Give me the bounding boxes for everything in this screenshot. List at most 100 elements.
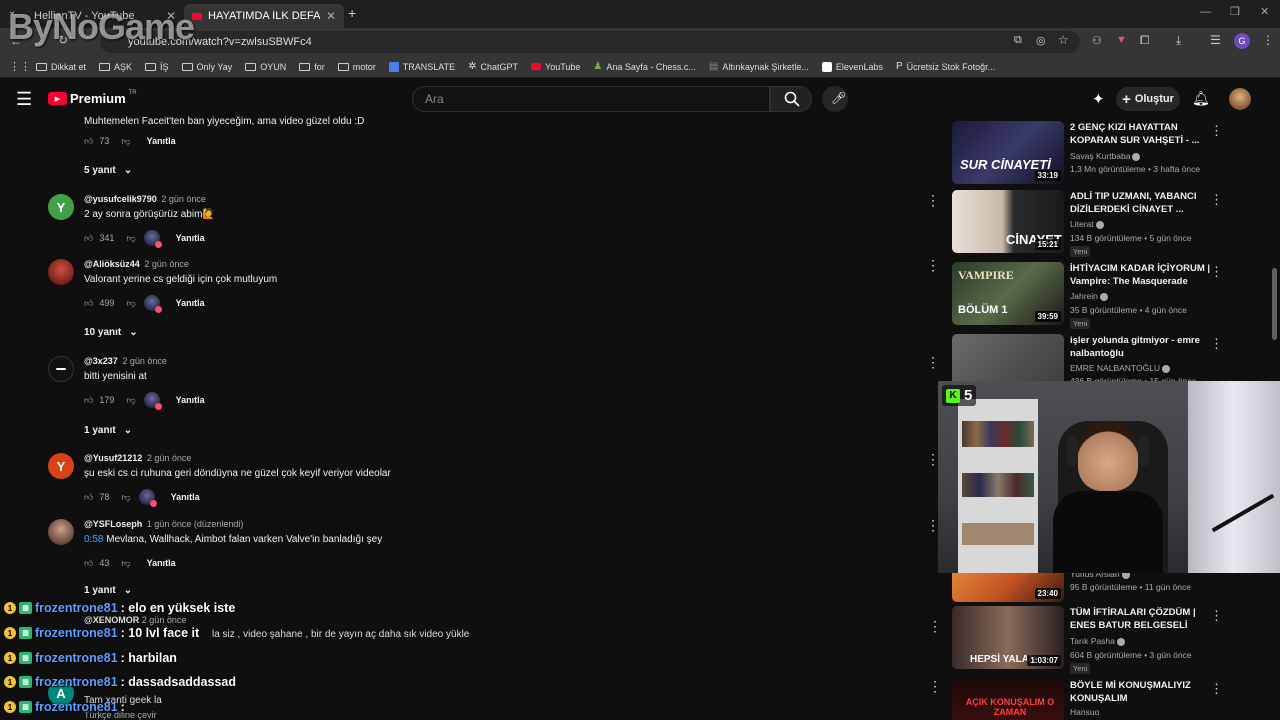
search-input[interactable]: Ara [412,86,770,112]
video-menu-icon[interactable]: ⋮ [1210,192,1223,208]
extension-icon[interactable]: ⚇ [1092,34,1102,47]
notifications-bell-icon[interactable]: 🔔︎ [1192,90,1210,107]
dislike-icon[interactable]: 👎︎ [121,492,130,503]
video-menu-icon[interactable]: ⋮ [1210,123,1223,139]
bookmark-chess[interactable]: ♟ Ana Sayfa - Chess.c... [593,61,696,72]
dislike-icon[interactable]: 👎︎ [121,558,130,569]
reply-button[interactable]: Yanıtla [176,233,205,243]
like-icon[interactable]: 👍︎ [84,298,93,309]
avatar[interactable] [48,356,74,382]
extension-2-icon[interactable]: ▼ [1116,34,1127,46]
comment-author[interactable]: @yusufcelik9790 2 gün önce [84,194,206,204]
dislike-icon[interactable]: 👎︎ [126,298,135,309]
bookmark-translate[interactable]: TRANSLATE [388,61,455,72]
bookmark-altinkaynak[interactable]: ▤ Altınkaynak Şirketle... [709,61,809,72]
comment-menu-icon[interactable]: ⋮ [926,355,940,369]
view-replies-button[interactable]: 10 yanıt ⌄ [84,327,138,338]
download-icon[interactable]: ⤓ [1176,33,1181,48]
close-icon[interactable]: ✕ [326,9,336,23]
reply-button[interactable]: Yanıtla [147,136,176,146]
video-thumbnail[interactable]: CİNAYET 15:21 [952,190,1064,253]
bookmark-ask[interactable]: AŞK [99,62,132,72]
tab-current-video[interactable]: HAYATIMDA İLK DEFA HİLE KUL ✕ [184,4,344,28]
extensions-puzzle-icon[interactable]: ⧠ [1140,33,1150,48]
close-window-icon[interactable]: ✕ [1260,5,1269,18]
recommended-video[interactable]: SUR CİNAYETİ 33:19 2 GENÇ KIZI HAYATTAN … [952,121,1272,185]
video-thumbnail[interactable]: VAMPIRE BÖLÜM 1 39:59 [952,262,1064,325]
bookmark-elevenlabs[interactable]: ElevenLabs [821,61,883,72]
like-icon[interactable]: 👍︎ [84,395,93,406]
bookmark-only-yay[interactable]: Only Yay [181,62,232,72]
new-tab-icon[interactable]: + [348,5,356,21]
video-title[interactable]: 2 GENÇ KIZI HAYATTAN KOPARAN SUR VAHŞETİ… [1070,121,1212,147]
recommended-video[interactable]: VAMPIRE BÖLÜM 1 39:59 İHTİYACIM KADAR İÇ… [952,262,1272,329]
comment-menu-icon[interactable]: ⋮ [928,618,942,635]
comment-author[interactable]: @3x237 2 gün önce [84,356,167,366]
voice-search-button[interactable]: 🎤︎ [822,86,848,112]
channel-name[interactable]: Jahrein [1070,291,1108,301]
hamburger-menu-icon[interactable]: ☰ [16,89,32,110]
recommended-video[interactable]: AÇIK KONUŞALIM O ZAMAN BÖYLE Mİ KONUŞMAL… [952,679,1272,720]
reply-button[interactable]: Yanıtla [176,395,205,405]
install-app-icon[interactable]: ⧉ [1014,34,1022,47]
dislike-icon[interactable]: 👎︎ [126,395,135,406]
bookmark-stock-photo[interactable]: P Ücretsiz Stok Fotoğr... [896,61,995,72]
search-button[interactable] [770,86,812,112]
video-title[interactable]: BÖYLE Mİ KONUŞMALIYIZ KONUŞALIM [1070,679,1212,705]
minimize-icon[interactable]: — [1200,6,1211,18]
apps-grid-icon[interactable]: ⋮⋮ [9,60,31,73]
video-title[interactable]: TÜM İFTİRALARI ÇÖZDÜM | ENES BATUR BELGE… [1070,606,1212,632]
maximize-icon[interactable]: ❐ [1230,5,1240,18]
video-menu-icon[interactable]: ⋮ [1210,336,1223,352]
channel-name[interactable]: Tarık Pasha [1070,636,1125,646]
avatar[interactable] [48,259,74,285]
view-replies-button[interactable]: 1 yanıt ⌄ [84,585,132,596]
video-title[interactable]: ADLİ TIP UZMANI, YABANCI DİZİLERDEKİ CİN… [1070,190,1212,216]
like-icon[interactable]: 👍︎ [84,136,93,147]
video-thumbnail[interactable]: HEPSİ YALAN 1:03:07 [952,606,1064,669]
avatar[interactable]: Y [48,453,74,479]
bookmark-youtube[interactable]: YouTube [531,62,580,72]
bookmark-oyun[interactable]: OYUN [245,62,286,72]
recommended-video[interactable]: CİNAYET 15:21 ADLİ TIP UZMANI, YABANCI D… [952,190,1272,257]
create-button[interactable]: + Oluştur [1116,87,1180,111]
reply-button[interactable]: Yanıtla [171,492,200,502]
bookmark-star-icon[interactable]: ☆ [1058,33,1069,47]
comment-menu-icon[interactable]: ⋮ [928,678,942,695]
bookmark-chatgpt[interactable]: ✲ ChatGPT [468,61,518,72]
recommended-video[interactable]: HEPSİ YALAN 1:03:07 TÜM İFTİRALARI ÇÖZDÜ… [952,606,1272,674]
bookmark-for[interactable]: for [299,62,325,72]
video-menu-icon[interactable]: ⋮ [1210,264,1223,280]
url-field[interactable]: youtube.com/watch?v=zwlsuSBWFc4 [100,31,1080,53]
reply-button[interactable]: Yanıtla [176,298,205,308]
view-replies-button[interactable]: 5 yanıt ⌄ [84,165,132,176]
sparkle-icon[interactable]: ✦ [1092,90,1105,108]
comment-menu-icon[interactable]: ⋮ [926,258,940,272]
video-title[interactable]: işler yolunda gitmiyor - emre nalbantoğl… [1070,334,1212,360]
channel-name[interactable]: Hansuo [1070,707,1099,717]
profile-avatar[interactable]: G [1234,33,1250,49]
comment-author[interactable]: @Aliöksüz44 2 gün önce [84,259,189,269]
like-icon[interactable]: 👍︎ [84,492,93,503]
channel-name[interactable]: Savaş Kurtbaba [1070,151,1141,161]
video-thumbnail[interactable]: AÇIK KONUŞALIM O ZAMAN [952,679,1064,720]
video-menu-icon[interactable]: ⋮ [1210,681,1223,697]
like-icon[interactable]: 👍︎ [84,233,93,244]
like-icon[interactable]: 👍︎ [84,558,93,569]
youtube-premium-logo[interactable]: ▶ Premium TR [48,90,137,106]
bookmark-dikkat-et[interactable]: Dikkat et [36,62,86,72]
reply-button[interactable]: Yanıtla [147,558,176,568]
video-thumbnail[interactable]: SUR CİNAYETİ 33:19 [952,121,1064,184]
channel-name[interactable]: EMRE NALBANTOĞLU [1070,363,1171,373]
dislike-icon[interactable]: 👎︎ [121,136,130,147]
account-avatar[interactable] [1229,88,1251,110]
comment-author[interactable]: @YSFLoseph 1 gün önce (düzenlendi) [84,519,243,529]
channel-name[interactable]: Literat [1070,219,1104,229]
video-menu-icon[interactable]: ⋮ [1210,608,1223,624]
view-replies-button[interactable]: 1 yanıt ⌄ [84,425,132,436]
bookmark-motor[interactable]: motor [337,62,376,72]
avatar[interactable]: Y [48,194,74,220]
reading-list-icon[interactable]: ☰ [1210,33,1221,47]
hide-icon[interactable]: ◎ [1036,34,1046,47]
comment-menu-icon[interactable]: ⋮ [926,193,940,207]
